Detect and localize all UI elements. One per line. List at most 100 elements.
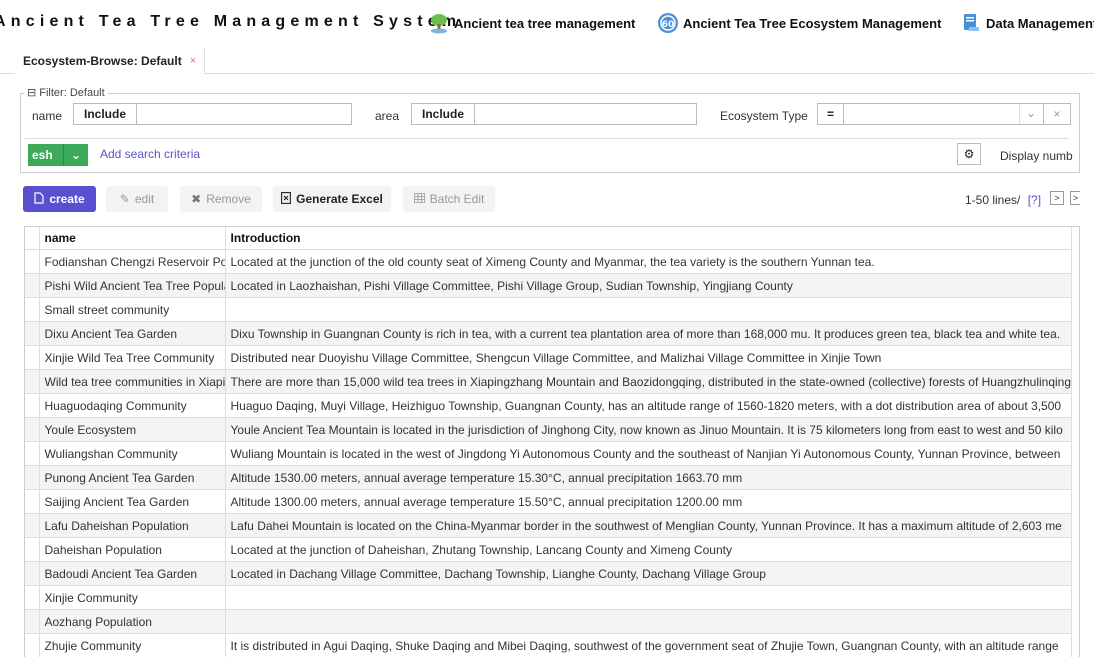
area-filter-label: area: [375, 109, 400, 123]
name-cell: Fodianshan Chengzi Reservoir Population: [39, 249, 226, 274]
ecosystem-icon: 60: [657, 12, 679, 34]
ecosystem-type-operator[interactable]: =: [818, 104, 845, 124]
row-select-cell[interactable]: [25, 297, 40, 322]
row-select-cell[interactable]: [25, 537, 40, 562]
row-select-cell[interactable]: [25, 633, 40, 657]
row-select-cell[interactable]: [25, 345, 40, 370]
row-select-cell[interactable]: [25, 273, 40, 298]
pager-range: 1-50 lines/: [965, 193, 1021, 207]
pager-info: 1-50 lines/ [?]: [965, 193, 1041, 207]
area-filter-input[interactable]: Include: [411, 103, 697, 125]
table-row[interactable]: Xinjie Community: [25, 585, 1072, 610]
introduction-cell: [225, 297, 1072, 322]
introduction-cell: Altitude 1300.00 meters, annual average …: [225, 489, 1072, 514]
data-management-icon: [960, 12, 982, 34]
table-row[interactable]: Fodianshan Chengzi Reservoir PopulationL…: [25, 249, 1072, 274]
table-row[interactable]: Pishi Wild Ancient Tea Tree PopulationLo…: [25, 273, 1072, 298]
column-header-introduction[interactable]: Introduction: [225, 227, 1072, 250]
table-row[interactable]: Wuliangshan Community Wuliang Mountain is…: [25, 441, 1072, 466]
row-select-cell[interactable]: [25, 561, 40, 586]
table-row[interactable]: Huaguodaqing Community Huaguo Daqing, Muy…: [25, 393, 1072, 418]
introduction-cell: [225, 609, 1072, 634]
edit-button[interactable]: ✎ edit: [106, 186, 168, 212]
table-row[interactable]: Xinjie Wild Tea Tree Community Distribute…: [25, 345, 1072, 370]
row-select-cell[interactable]: [25, 585, 40, 610]
remove-button[interactable]: ✖ Remove: [180, 186, 262, 212]
nav-ecosystem-management[interactable]: 60 Ancient Tea Tree Ecosystem Management: [657, 12, 941, 34]
tab-ecosystem-browse[interactable]: Ecosystem-Browse: Default ×: [15, 48, 205, 74]
gear-icon[interactable]: ⚙: [957, 143, 981, 165]
remove-label: Remove: [206, 192, 251, 206]
refresh-button[interactable]: esh ⌄: [28, 144, 88, 166]
table-row[interactable]: Small street community: [25, 297, 1072, 322]
introduction-cell: Located in Laozhaishan, Pishi Village Co…: [225, 273, 1072, 298]
introduction-cell: Huaguo Daqing, Muyi Village, Heizhiguo T…: [225, 393, 1072, 418]
last-page-button[interactable]: >: [1070, 191, 1080, 205]
table-row[interactable]: Youle Ecosystem Youle Ancient Tea Mountai…: [25, 417, 1072, 442]
name-cell: Huaguodaqing Community: [39, 393, 226, 418]
row-select-cell[interactable]: [25, 465, 40, 490]
name-filter-input[interactable]: Include: [73, 103, 352, 125]
nav-label: Data Management: [986, 15, 1094, 31]
filter-divider: [25, 138, 1069, 139]
table-header-row: name Introduction: [25, 227, 1072, 250]
table-row[interactable]: Wild tea tree communities in Xiapingzhan…: [25, 369, 1072, 394]
row-select-cell[interactable]: [25, 321, 40, 346]
display-number-label[interactable]: Display numb: [1000, 149, 1074, 163]
nav-label: Ancient tea tree management: [454, 15, 636, 31]
clear-icon[interactable]: ×: [1043, 104, 1070, 124]
table-row[interactable]: Badoudi Ancient Tea Garden Located in Dac…: [25, 561, 1072, 586]
table-row[interactable]: Zhujie Community It is distributed in Agu…: [25, 633, 1072, 657]
chevron-down-icon[interactable]: ⌄: [63, 144, 88, 166]
row-select-cell[interactable]: [25, 393, 40, 418]
column-header-name[interactable]: name: [39, 227, 226, 250]
table-row[interactable]: Dixu Ancient Tea Garden Dixu Township in …: [25, 321, 1072, 346]
generate-excel-button[interactable]: Generate Excel: [273, 186, 391, 212]
row-select-cell[interactable]: [25, 417, 40, 442]
row-select-cell[interactable]: [25, 441, 40, 466]
table-row[interactable]: Punong Ancient Tea Garden Altitude 1530.0…: [25, 465, 1072, 490]
create-button[interactable]: create: [23, 186, 96, 212]
introduction-cell: Located in Dachang Village Committee, Da…: [225, 561, 1072, 586]
ecosystem-type-select[interactable]: = ⌄ ×: [817, 103, 1071, 125]
row-select-cell[interactable]: [25, 369, 40, 394]
name-cell: Dixu Ancient Tea Garden: [39, 321, 226, 346]
batch-edit-button[interactable]: Batch Edit: [403, 186, 495, 212]
name-cell: Wuliangshan Community: [39, 441, 226, 466]
refresh-label: esh: [32, 148, 53, 162]
row-select-cell[interactable]: [25, 249, 40, 274]
chevron-down-icon[interactable]: ⌄: [1019, 104, 1042, 124]
row-select-cell[interactable]: [25, 513, 40, 538]
introduction-cell: Lafu Dahei Mountain is located on the Ch…: [225, 513, 1072, 538]
add-search-criteria-link[interactable]: Add search criteria: [100, 147, 200, 161]
introduction-cell: Altitude 1530.00 meters, annual average …: [225, 465, 1072, 490]
next-page-button[interactable]: >: [1050, 191, 1064, 205]
excel-icon: [281, 191, 292, 207]
nav-ancient-tea-tree-management[interactable]: Ancient tea tree management: [428, 12, 635, 34]
ecosystem-table: name Introduction Fodianshan Chengzi Res…: [25, 227, 1072, 657]
name-cell: Small street community: [39, 297, 226, 322]
filter-legend[interactable]: ⊟ Filter: Default: [24, 86, 108, 99]
table-row[interactable]: Lafu Daheishan Population Lafu Dahei Moun…: [25, 513, 1072, 538]
introduction-cell: Located at the junction of the old count…: [225, 249, 1072, 274]
tab-label: Ecosystem-Browse: Default: [23, 54, 182, 68]
table-row[interactable]: Aozhang Population: [25, 609, 1072, 634]
row-select-cell[interactable]: [25, 609, 40, 634]
area-filter-operator[interactable]: Include: [412, 104, 476, 124]
nav-data-management[interactable]: Data Management: [960, 12, 1094, 34]
introduction-cell: Wuliang Mountain is located in the west …: [225, 441, 1072, 466]
table-row[interactable]: Saijing Ancient Tea Garden Altitude 1300.…: [25, 489, 1072, 514]
row-select-cell[interactable]: [25, 489, 40, 514]
tab-close-icon[interactable]: ×: [190, 55, 196, 67]
name-cell: Pishi Wild Ancient Tea Tree Population: [39, 273, 226, 298]
help-link[interactable]: [?]: [1028, 193, 1041, 207]
name-filter-label: name: [32, 109, 63, 123]
name-cell: Lafu Daheishan Population: [39, 513, 226, 538]
introduction-cell: Dixu Township in Guangnan County is rich…: [225, 321, 1072, 346]
name-filter-operator[interactable]: Include: [74, 104, 138, 124]
batch-edit-label: Batch Edit: [429, 192, 485, 206]
tab-strip: Ecosystem-Browse: Default ×: [0, 48, 1094, 74]
select-column-header[interactable]: [25, 227, 40, 250]
table-row[interactable]: Daheishan Population Located at the junct…: [25, 537, 1072, 562]
name-cell: Youle Ecosystem: [39, 417, 226, 442]
